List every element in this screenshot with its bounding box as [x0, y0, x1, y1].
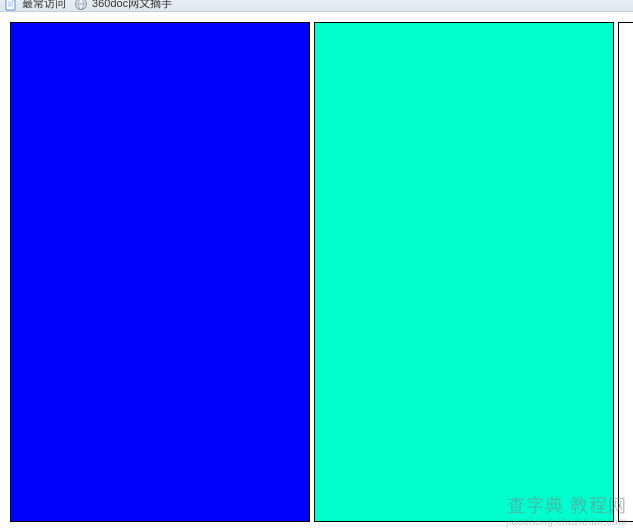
- box-container: [10, 22, 633, 522]
- bookmark-item-most-visited[interactable]: 最常访问: [4, 0, 66, 11]
- globe-icon: [74, 0, 88, 11]
- color-box-peek: [618, 22, 633, 522]
- bookmark-label: 最常访问: [22, 0, 66, 9]
- content-area: [0, 12, 633, 532]
- bookmark-label: 360doc网文摘手: [92, 0, 172, 9]
- color-box-blue: [10, 22, 310, 522]
- bookmark-bar: 最常访问 360doc网文摘手: [0, 0, 633, 12]
- page-icon: [4, 0, 18, 11]
- bookmark-item-360doc[interactable]: 360doc网文摘手: [74, 0, 172, 11]
- color-box-cyan: [314, 22, 614, 522]
